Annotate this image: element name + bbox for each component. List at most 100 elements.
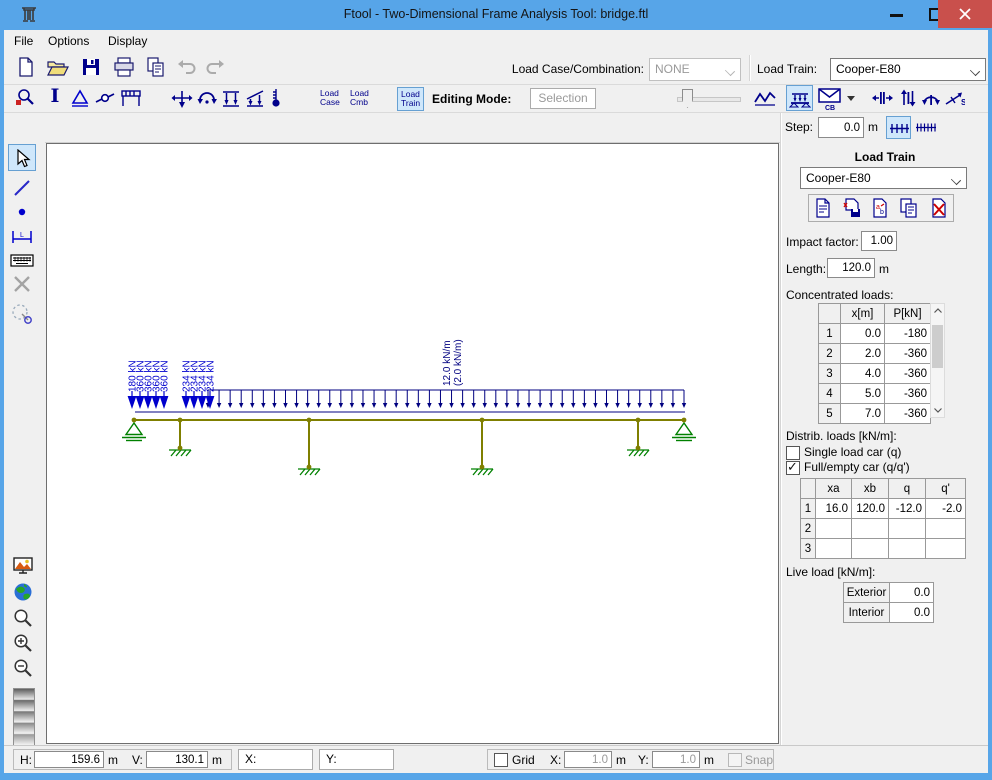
train-new-button[interactable] bbox=[814, 198, 832, 218]
pier-columns[interactable] bbox=[179, 420, 639, 467]
table-cell[interactable] bbox=[888, 518, 926, 539]
step-fine-button[interactable] bbox=[913, 116, 939, 139]
section-properties-icon[interactable]: I bbox=[44, 85, 66, 109]
globe-tool[interactable] bbox=[12, 581, 34, 603]
length-input[interactable] bbox=[827, 258, 875, 278]
table-cell[interactable]: 0.0 bbox=[889, 602, 934, 623]
scroll-up-icon[interactable] bbox=[934, 308, 942, 313]
influence-line-icon[interactable] bbox=[753, 87, 777, 109]
open-file-icon[interactable] bbox=[46, 56, 70, 78]
distributed-load-icon[interactable] bbox=[220, 87, 242, 109]
delete-tool[interactable] bbox=[12, 274, 32, 294]
hinge-icon[interactable] bbox=[94, 87, 116, 109]
zoom-in-tool[interactable] bbox=[12, 632, 34, 654]
load-train-button[interactable]: Load Train bbox=[397, 87, 425, 111]
table-cell[interactable]: -360 bbox=[884, 343, 931, 364]
v-input[interactable] bbox=[146, 751, 208, 768]
table-cell[interactable]: -360 bbox=[884, 383, 931, 404]
table-cell[interactable] bbox=[888, 538, 926, 559]
table-cell[interactable]: -180 bbox=[884, 323, 931, 344]
new-file-icon[interactable] bbox=[15, 56, 37, 78]
step-coarse-button[interactable] bbox=[886, 116, 911, 139]
grid-checkbox[interactable] bbox=[494, 753, 508, 767]
structure-nodes[interactable] bbox=[131, 417, 687, 470]
member-tool[interactable] bbox=[12, 178, 32, 198]
menu-display[interactable]: Display bbox=[108, 34, 147, 48]
envelope-cb-icon[interactable]: CB bbox=[817, 86, 843, 111]
train-delete-button[interactable] bbox=[930, 198, 948, 218]
scroll-down-icon[interactable] bbox=[934, 408, 942, 413]
menu-options[interactable]: Options bbox=[48, 34, 89, 48]
drawing-canvas[interactable]: 180 kN 360 kN 360 kN 360 kN 360 kN 234 kN 234 … bbox=[46, 143, 779, 744]
transform-tool[interactable] bbox=[10, 302, 34, 326]
redo-icon[interactable] bbox=[205, 58, 225, 76]
dimension-tool[interactable]: L bbox=[11, 226, 33, 248]
grid-x-input[interactable] bbox=[564, 751, 612, 768]
table-cell[interactable] bbox=[925, 518, 966, 539]
select-tool[interactable] bbox=[8, 144, 36, 171]
scale-s-icon[interactable]: S bbox=[943, 87, 965, 109]
impact-factor-input[interactable] bbox=[861, 231, 897, 251]
move-vertical-icon[interactable] bbox=[897, 87, 919, 109]
save-icon[interactable] bbox=[80, 56, 102, 78]
snap-checkbox[interactable] bbox=[728, 753, 742, 767]
conc-table-scrollbar[interactable] bbox=[930, 303, 945, 418]
table-cell[interactable]: 120.0 bbox=[851, 498, 889, 519]
table-cell[interactable]: 7.0 bbox=[840, 403, 885, 424]
copy-icon[interactable] bbox=[145, 56, 167, 78]
close-button[interactable] bbox=[938, 0, 992, 28]
print-icon[interactable] bbox=[112, 56, 136, 78]
table-cell[interactable]: 4.0 bbox=[840, 363, 885, 384]
table-cell[interactable] bbox=[815, 538, 852, 559]
rotate-icon[interactable] bbox=[920, 87, 942, 109]
table-cell[interactable]: -2.0 bbox=[925, 498, 966, 519]
linear-load-icon[interactable] bbox=[244, 87, 266, 109]
minimize-button[interactable] bbox=[890, 14, 903, 17]
move-horizontal-icon[interactable] bbox=[871, 87, 893, 109]
table-cell[interactable] bbox=[851, 538, 889, 559]
load-train-position-button[interactable] bbox=[786, 85, 813, 111]
table-cell[interactable] bbox=[851, 518, 889, 539]
supports-icon[interactable] bbox=[69, 87, 91, 109]
table-cell[interactable]: -12.0 bbox=[888, 498, 926, 519]
table-cell[interactable]: -360 bbox=[884, 363, 931, 384]
envelope-dropdown-caret[interactable] bbox=[847, 96, 855, 101]
node-tool[interactable] bbox=[12, 202, 32, 222]
single-load-car-checkbox[interactable] bbox=[786, 446, 800, 460]
temperature-icon[interactable] bbox=[268, 87, 284, 109]
train-save-button[interactable] bbox=[843, 198, 861, 218]
step-input[interactable] bbox=[818, 117, 864, 138]
load-case-combination-select[interactable]: NONE bbox=[649, 58, 741, 81]
distributed-load-arrows bbox=[205, 390, 687, 408]
shrink-scale-tool[interactable] bbox=[13, 688, 35, 747]
grid-y-input[interactable] bbox=[652, 751, 700, 768]
nodal-load-icon[interactable] bbox=[171, 87, 193, 109]
results-slider-thumb[interactable] bbox=[682, 89, 693, 108]
table-cell[interactable]: 0.0 bbox=[840, 323, 885, 344]
table-cell[interactable] bbox=[815, 518, 852, 539]
load-train-select[interactable]: Cooper-E80 bbox=[830, 58, 986, 81]
fit-screen-tool[interactable] bbox=[12, 556, 34, 576]
table-cell[interactable]: 5.0 bbox=[840, 383, 885, 404]
inquire-icon[interactable] bbox=[14, 87, 36, 109]
frame-icon[interactable] bbox=[119, 87, 143, 109]
undo-icon[interactable] bbox=[177, 58, 197, 76]
full-empty-car-checkbox[interactable] bbox=[786, 459, 800, 475]
h-input[interactable] bbox=[34, 751, 104, 768]
load-train-name-select[interactable]: Cooper-E80 bbox=[800, 167, 967, 189]
table-cell[interactable]: 16.0 bbox=[815, 498, 852, 519]
train-rename-button[interactable]: ab bbox=[871, 198, 889, 218]
load-case-button[interactable]: Load Case bbox=[320, 89, 340, 107]
scroll-thumb[interactable] bbox=[932, 325, 943, 368]
moment-load-icon[interactable] bbox=[196, 87, 218, 109]
table-cell[interactable] bbox=[925, 538, 966, 559]
keyboard-tool[interactable] bbox=[10, 250, 34, 270]
table-cell[interactable]: 2.0 bbox=[840, 343, 885, 364]
load-cmb-button[interactable]: Load Cmb bbox=[350, 89, 369, 107]
table-cell[interactable]: 0.0 bbox=[889, 582, 934, 603]
table-cell[interactable]: -360 bbox=[884, 403, 931, 424]
zoom-out-tool[interactable] bbox=[12, 657, 34, 679]
menu-file[interactable]: File bbox=[14, 34, 33, 48]
zoom-window-tool[interactable] bbox=[12, 607, 34, 629]
train-copy-button[interactable] bbox=[899, 198, 919, 218]
